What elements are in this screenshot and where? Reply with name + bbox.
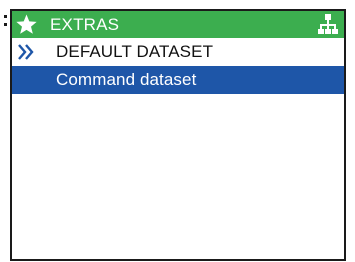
double-chevron-right-icon <box>16 42 36 62</box>
menu-header: EXTRAS <box>12 11 344 38</box>
menu-item-label: DEFAULT DATASET <box>56 42 214 61</box>
page-title: EXTRAS <box>50 15 120 34</box>
menu-screen: EXTRAS DEFAULT DATASET Command dataset <box>10 9 346 261</box>
hierarchy-icon <box>317 13 339 35</box>
star-icon <box>15 13 38 36</box>
cropped-edge-glyph <box>0 14 8 28</box>
device-display: EXTRAS DEFAULT DATASET Command dataset <box>0 0 355 262</box>
menu-item-default-dataset[interactable]: DEFAULT DATASET <box>12 38 344 66</box>
menu-item-command-dataset[interactable]: Command dataset <box>12 66 344 94</box>
menu-item-label: Command dataset <box>56 70 197 89</box>
